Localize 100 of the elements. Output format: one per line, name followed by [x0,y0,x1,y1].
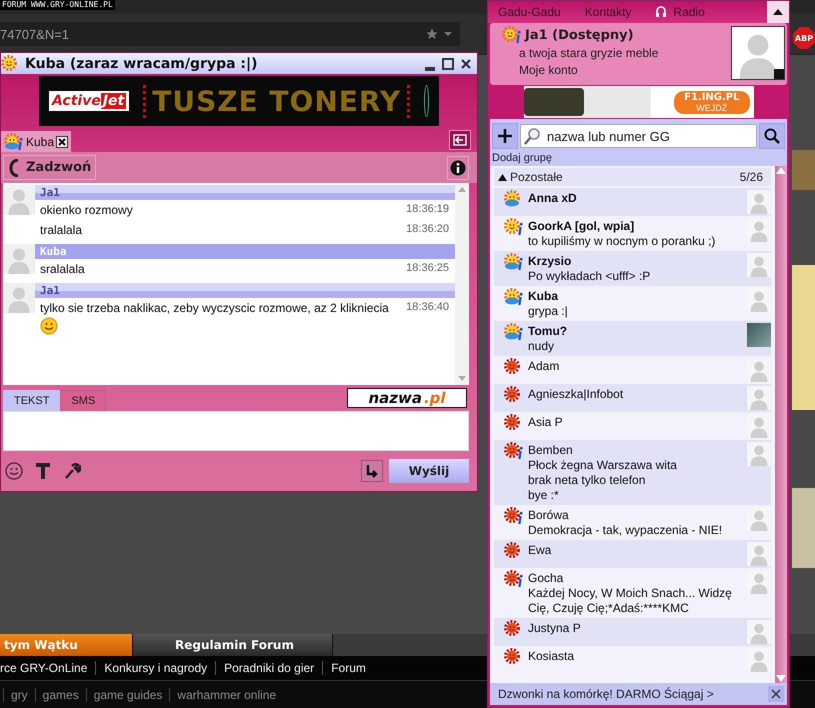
detach-icon [453,134,467,146]
contact-description: Każdej Nocy, W Moich Snach... Widzę [528,586,733,601]
contact-row[interactable]: Borówa Demokracja - tak, wypaczenia - NIE! [494,505,771,540]
avatar-placeholder [747,648,771,672]
avatar-placeholder [747,414,771,438]
contact-row[interactable]: Kosiasta [494,646,771,674]
text-format-icon[interactable] [35,462,51,480]
tag-link[interactable]: gry [3,688,35,702]
footer-link[interactable]: Konkursy i nagrody [95,661,216,675]
enter-mode-button[interactable] [361,460,383,482]
contact-row[interactable]: Justyna P [494,618,771,646]
conversation-tab[interactable]: Kuba [1,131,72,152]
search-icon [764,128,780,144]
smiley-icon[interactable] [5,462,23,480]
nav-tab[interactable]: Regulamin Forum [133,634,333,656]
star-icon[interactable] [426,28,438,40]
contact-name: Borówa [528,507,570,523]
contact-row[interactable]: Gocha Każdej Nocy, W Moich Snach... Widzę Cię, Czuję Cię;*Adaś:****KMC [494,568,771,618]
info-button[interactable] [447,156,469,180]
site-label: FORUM WWW.GRY-ONLINE.PL [0,0,115,10]
minimize-icon [425,66,435,70]
send-button[interactable]: Wyślij [389,459,469,483]
contact-name: Agnieszka|Infobot [528,386,624,402]
maximize-button[interactable] [441,56,455,70]
contact-name: Kosiasta [528,648,576,664]
contact-description: grypa :| [528,304,569,319]
ad-logo[interactable]: nazwa.pl [347,388,467,408]
avatar-placeholder [747,442,771,466]
contact-row[interactable]: Krzysio Po wykładach <ufff> :P [494,251,771,286]
tag-link[interactable]: games [34,688,86,702]
input-tab[interactable]: TEKST [3,390,60,411]
avatar-placeholder [747,570,771,594]
contact-name: Gocha [528,570,564,586]
plus-icon [497,128,513,144]
detach-button[interactable] [449,130,471,150]
collapse-button[interactable] [767,1,789,23]
contact-row[interactable]: Asia P [494,412,771,440]
group-count: 5/26 [740,170,763,184]
account-link[interactable]: Moje konto [502,62,727,78]
ad-banner[interactable]: ActiveJet TUSZE TONERY [39,76,439,126]
tag-link[interactable]: warhammer online [169,688,284,702]
contact-name: Anna xD [528,190,578,206]
contact-description: bye :* [528,488,560,503]
contact-row[interactable]: Agnieszka|Infobot [494,384,771,412]
headphones-icon [655,6,668,18]
contact-row[interactable]: Tomu? nudy [494,321,771,356]
add-group-link[interactable]: Dodaj grupę [492,151,552,166]
avatar-placeholder [747,358,771,382]
contact-name: Ewa [528,542,552,558]
add-contact-button[interactable] [492,123,518,149]
message-input[interactable] [3,411,469,451]
message-time: 18:36:20 [406,223,449,237]
contact-row[interactable]: Anna xD [494,188,771,216]
input-tab[interactable]: SMS [60,390,106,411]
avatar-placeholder [747,542,771,566]
avatar-placeholder [747,620,771,644]
message-time: 18:36:40 [406,301,449,315]
footer-link[interactable]: Poradniki do gier [215,661,322,675]
contact-name: Bemben [528,442,574,458]
footer-link[interactable]: rce GRY-OnLine [0,661,96,675]
profile-description[interactable]: a twoja stara gryzie meble [502,46,727,60]
avatar-placeholder [3,185,35,215]
contact-description: nudy [528,339,556,354]
wrench-icon[interactable] [63,462,81,480]
close-icon[interactable] [56,136,68,148]
avatar-placeholder [747,190,771,214]
close-button[interactable] [768,686,784,702]
contact-name: Asia P [528,414,564,430]
avatar-placeholder [747,507,771,531]
message-time: 18:36:25 [406,262,449,276]
profile-name: Ja1 (Dostępny) [525,28,634,42]
message-text: tralalala [40,223,82,237]
contact-row[interactable]: Kuba grypa :| [494,286,771,321]
contact-description: Cię, Czuję Cię;*Adaś:****KMC [528,601,690,616]
group-header[interactable]: Pozostałe 5/26 [494,168,771,186]
avatar-placeholder [3,283,35,313]
contact-row[interactable]: Bemben Płock żegna Warszawa wita brak neta tylko telefon bye :* [494,440,771,505]
call-button[interactable]: Zadzwoń [3,155,96,180]
avatar-placeholder [747,288,771,312]
footer-link[interactable]: Forum [322,661,374,675]
search-button[interactable] [759,123,785,149]
up-arrow-icon [773,9,783,15]
contact-row[interactable]: Adam [494,356,771,384]
contact-description: Po wykładach <ufff> :P [528,269,652,284]
contact-row[interactable]: GoorkA [gol, wpia] to kupiliśmy w nocnym o poranku ;) [494,216,771,251]
window-title: Kuba (zaraz wracam/grypa :|) [25,56,259,72]
tag-link[interactable]: game guides [86,688,170,702]
collapse-icon[interactable] [498,174,507,180]
brand-logo: ActiveJet [49,91,130,111]
search-field[interactable]: nazwa lub numer GG [520,124,757,148]
contact-name: Justyna P [528,620,582,636]
message-text: sralalala [40,262,85,276]
sender-header: Ja1 [35,185,455,200]
contact-row[interactable]: Ewa [494,540,771,568]
avatar-placeholder [747,386,771,410]
close-button[interactable] [459,56,473,70]
address-bar[interactable]: 74707&N=1 [0,22,460,46]
scrollbar[interactable] [775,166,787,683]
page-image [792,150,815,190]
contact-name: GoorkA [gol, wpia] [528,218,636,234]
